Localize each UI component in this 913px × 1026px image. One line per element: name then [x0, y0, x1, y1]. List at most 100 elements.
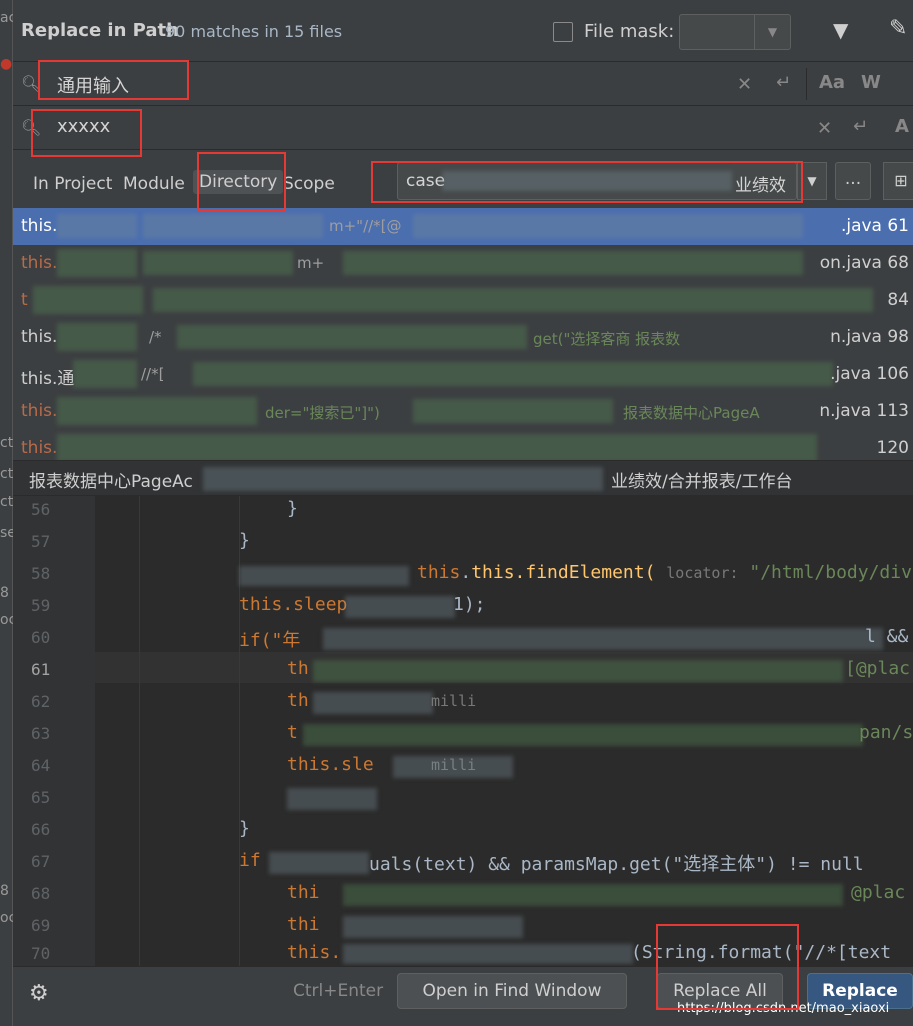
recursive-icon[interactable]: ⊞ — [883, 162, 913, 200]
code-line: this. — [287, 942, 342, 963]
line-number: 69 — [31, 916, 51, 935]
blurred-region — [313, 660, 843, 682]
result-location: n.java 113 — [819, 401, 909, 421]
gear-icon[interactable]: ⚙ — [29, 981, 49, 1006]
code-line: this.this.findElement( locator: "/html/b… — [417, 562, 913, 583]
line-number: 67 — [31, 852, 51, 871]
preserve-case-icon[interactable]: A — [895, 116, 909, 137]
result-row[interactable]: this.通 //*[ .java 106 — [13, 356, 913, 393]
filter-icon[interactable]: ▼ — [833, 18, 848, 42]
code-line: thi — [287, 882, 320, 903]
code-line: } — [239, 818, 250, 839]
clear-icon[interactable]: ✕ — [737, 74, 752, 95]
code-tail: l && — [865, 626, 909, 647]
indent-guide — [139, 496, 140, 966]
result-prefix: this.通 — [21, 369, 75, 389]
blurred-region — [239, 566, 409, 586]
line-number: 68 — [31, 884, 51, 903]
code-preview[interactable]: 56 } 57 } 58 this.this.findElement( loca… — [13, 496, 913, 966]
line-number: 63 — [31, 724, 51, 743]
left-edge-panel: ac ● ct ct ct se 8 oc 8 oc — [0, 0, 16, 1026]
blurred-region — [345, 596, 455, 618]
result-location: on.java 68 — [819, 253, 909, 273]
result-location: .java 61 — [840, 216, 909, 236]
code-tail: pan/s — [859, 722, 913, 743]
blurred-region — [57, 323, 137, 351]
result-fragment: m+ — [297, 254, 325, 272]
browse-button[interactable]: ... — [835, 162, 871, 200]
result-row[interactable]: this. m+ on.java 68 — [13, 245, 913, 282]
row-divider — [806, 68, 807, 100]
replace-in-path-dialog: Replace in Path 90 matches in 15 files F… — [13, 0, 913, 1026]
results-list: this. m+"//*[@ .java 61 this. m+ on.java… — [13, 208, 913, 460]
preview-path-start: 报表数据中心PageAc — [29, 472, 193, 492]
tab-module[interactable]: Module — [123, 174, 185, 194]
result-location: n.java 98 — [830, 327, 909, 347]
line-number: 61 — [31, 660, 51, 679]
code-tail: "/html/body/div["+ — [749, 562, 913, 583]
result-fragment-2: 报表数据中心PageA — [623, 404, 760, 422]
tab-in-project[interactable]: In Project — [33, 174, 112, 194]
match-case-toggle[interactable]: Aa — [819, 72, 845, 93]
code-tail: milli — [431, 692, 477, 710]
result-prefix: this. — [21, 327, 58, 347]
code-text: this.findElement( — [471, 562, 656, 583]
line-gutter — [13, 496, 95, 966]
result-row[interactable]: this. /* get("选择客商 报表数 n.java 98 — [13, 319, 913, 356]
blurred-region — [343, 944, 633, 964]
line-number: 65 — [31, 788, 51, 807]
line-number: 58 — [31, 564, 51, 583]
blurred-region — [73, 360, 137, 388]
code-line: this.sleep — [239, 594, 348, 615]
blurred-region — [413, 399, 613, 423]
blurred-region — [57, 434, 817, 460]
code-line: } — [239, 530, 250, 551]
result-row[interactable]: this. 120 — [13, 430, 913, 460]
result-row[interactable]: this. der="搜索已"]") 报表数据中心PageA n.java 11… — [13, 393, 913, 430]
tab-scope[interactable]: Scope — [283, 174, 335, 194]
file-mask-combo[interactable]: ▼ — [679, 14, 791, 50]
result-location: .java 106 — [830, 364, 909, 384]
annotation-box-find — [38, 60, 189, 100]
file-mask-label: File mask: — [584, 21, 675, 42]
annotation-box-directory — [197, 152, 286, 212]
code-line: t — [287, 722, 298, 743]
result-fragment: //*[ — [141, 365, 165, 383]
code-line: this.sle — [287, 754, 374, 775]
annotation-box-replace-all — [656, 924, 799, 1010]
preview-path-bar: 报表数据中心PageAc 业绩效/合并报表/工作台 — [13, 460, 913, 496]
open-in-find-window-button[interactable]: Open in Find Window — [397, 973, 627, 1009]
match-count: 90 matches in 15 files — [165, 22, 343, 41]
shortcut-hint: Ctrl+Enter — [293, 981, 384, 1001]
blurred-region — [193, 362, 833, 386]
annotation-box-path — [371, 161, 803, 203]
code-line: th — [287, 690, 309, 711]
blurred-region — [269, 852, 369, 874]
code-line: if — [239, 850, 261, 871]
code-line: if("年 — [239, 630, 301, 651]
result-fragment-2: get("选择客商 报表数 — [533, 330, 681, 348]
words-toggle[interactable]: W — [861, 72, 881, 93]
result-row[interactable]: this. m+"//*[@ .java 61 — [13, 208, 913, 245]
newline-replace-icon[interactable]: ↵ — [853, 116, 868, 137]
result-fragment: /* — [149, 328, 162, 346]
code-tail: @plac — [851, 882, 906, 903]
line-number: 64 — [31, 756, 51, 775]
chevron-down-icon[interactable]: ▼ — [754, 15, 790, 49]
clear-replace-icon[interactable]: ✕ — [817, 118, 832, 139]
pin-icon[interactable]: ✎ — [889, 16, 907, 41]
result-prefix: this. — [21, 216, 58, 236]
blurred-region — [287, 788, 377, 810]
blurred-region — [177, 325, 527, 349]
line-number: 57 — [31, 532, 51, 551]
annotation-box-replace — [31, 109, 142, 157]
code-tail: [@plac — [845, 658, 911, 679]
blurred-region — [57, 214, 137, 238]
file-mask-checkbox[interactable] — [553, 22, 573, 42]
blurred-region — [343, 251, 803, 275]
result-row[interactable]: t 84 — [13, 282, 913, 319]
newline-icon[interactable]: ↵ — [776, 72, 791, 93]
blurred-region — [343, 916, 523, 938]
line-number: 66 — [31, 820, 51, 839]
result-fragment: der="搜索已"]") — [265, 404, 380, 422]
